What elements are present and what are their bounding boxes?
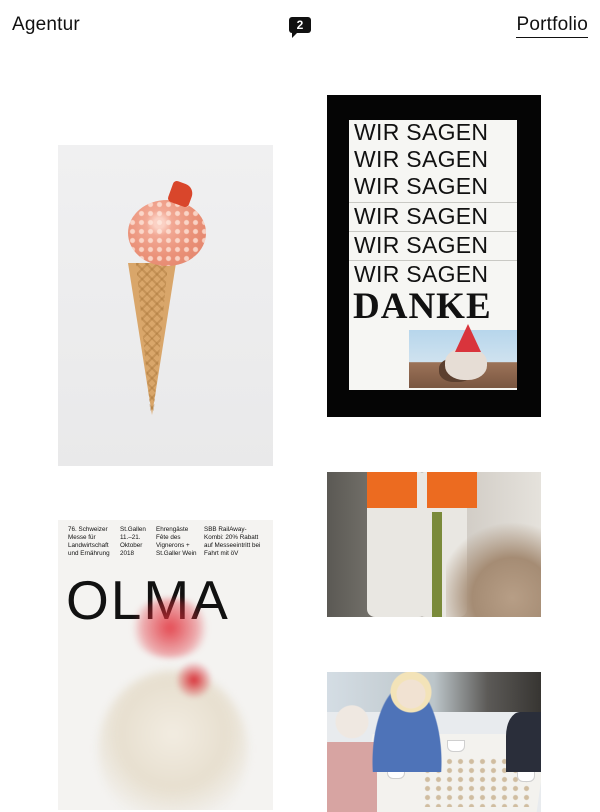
poster-info: Ehrengäste Fête des Vignerons + St.Galle… (156, 526, 197, 557)
party-hat-icon (455, 324, 481, 352)
poster-line: WIR SAGEN (354, 146, 489, 172)
cup (447, 740, 465, 752)
project-tile-olma[interactable]: 76. Schweizer Messe für Landwirtschaft u… (58, 520, 273, 810)
worker-jacket (427, 472, 477, 508)
poster-line: WIR SAGEN (354, 119, 489, 145)
poster-info: St.Gallen 11.–21. Oktober 2018 (120, 526, 146, 557)
poster-title: DANKE (353, 286, 492, 327)
poster-line: WIR SAGEN (354, 173, 489, 199)
worker-jacket (367, 472, 417, 508)
worker-tool (432, 512, 442, 617)
project-tile-seniors-game[interactable] (327, 672, 541, 812)
blurred-foreground (446, 522, 541, 617)
chicken-wattle (176, 660, 212, 700)
project-tile-worker[interactable] (327, 472, 541, 617)
cow-photo (409, 324, 517, 388)
poster-line: WIR SAGEN (354, 203, 489, 229)
chicken-body (98, 670, 248, 810)
project-tile-wir-sagen-danke[interactable]: WIR SAGEN WIR SAGEN WIR SAGEN WIR SAGEN … (327, 95, 541, 417)
scoop-texture (128, 200, 206, 266)
poster-line: WIR SAGEN (354, 232, 489, 258)
cow-head (445, 348, 487, 380)
woman-blonde (367, 672, 447, 772)
portfolio-link[interactable]: Portfolio (516, 14, 588, 38)
poster-paper: WIR SAGEN WIR SAGEN WIR SAGEN WIR SAGEN … (349, 120, 517, 390)
chat-badge-icon[interactable]: 2 (289, 17, 311, 38)
man-right (506, 712, 541, 772)
chicken-comb (130, 598, 210, 658)
agentur-link[interactable]: Agentur (12, 14, 80, 36)
poster-info: SBB RailAway-Kombi: 20% Rabatt auf Messe… (204, 526, 261, 557)
project-tile-icecream[interactable] (58, 145, 273, 466)
poster-info: 76. Schweizer Messe für Landwirtschaft u… (68, 526, 110, 557)
poster-line: WIR SAGEN (354, 261, 489, 287)
